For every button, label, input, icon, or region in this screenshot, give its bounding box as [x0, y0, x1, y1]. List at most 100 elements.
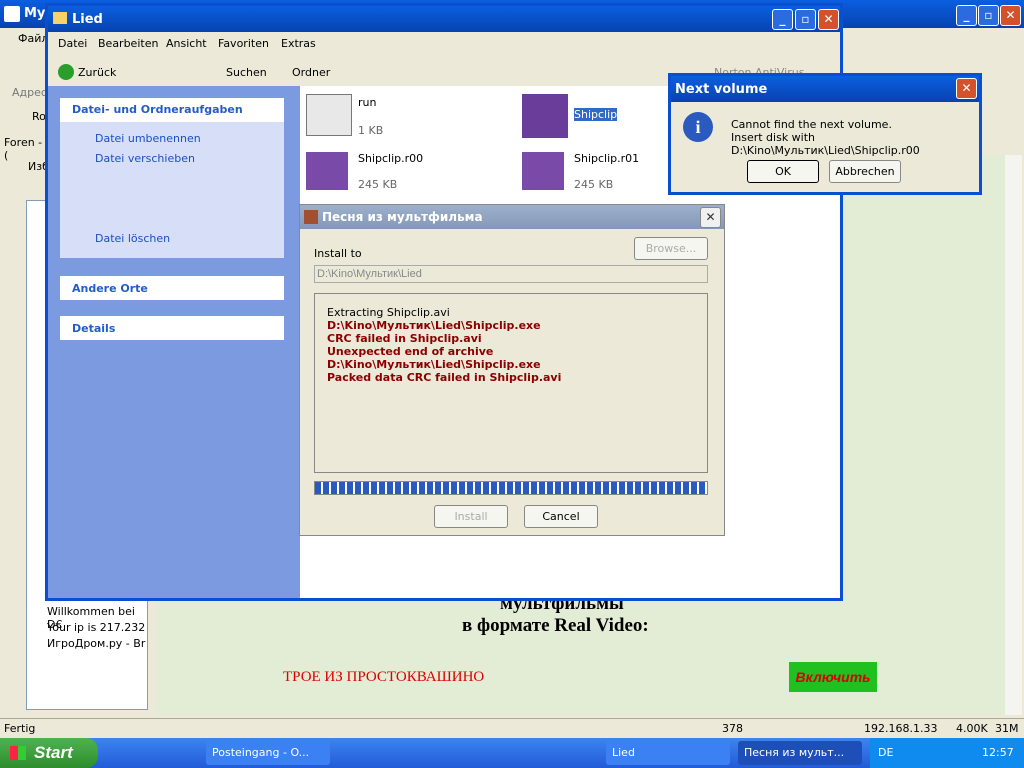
- taskbar: Start Posteingang - O... Lied Песня из м…: [0, 738, 1024, 768]
- install-button[interactable]: Install: [434, 505, 508, 528]
- install-to-label: Install to: [314, 247, 362, 260]
- webpage-scrollbar[interactable]: [1005, 155, 1022, 715]
- menu-extras[interactable]: Extras: [281, 37, 316, 50]
- menu-bearbeiten[interactable]: Bearbeiten: [98, 37, 158, 50]
- sfx-cancel-button[interactable]: Cancel: [524, 505, 598, 528]
- next-volume-ok-button[interactable]: OK: [747, 160, 819, 183]
- file-name-r00: Shipclip.r00: [358, 152, 424, 165]
- extraction-log[interactable]: Extracting Shipclip.avi D:\Kino\Мультик\…: [314, 293, 708, 473]
- explorer-title: Lied: [72, 12, 103, 27]
- start-label: Start: [34, 743, 73, 762]
- log-error-line: Unexpected end of archive: [327, 345, 494, 358]
- winrar-archive-icon: [306, 152, 348, 190]
- other-places-header[interactable]: Andere Orte: [60, 276, 284, 300]
- extraction-progress-bar: [314, 481, 708, 495]
- next-volume-cancel-button[interactable]: Abbrechen: [829, 160, 901, 183]
- links-label: Ro: [32, 110, 46, 123]
- webpage-heading-2: в формате Real Video:: [462, 615, 649, 636]
- next-volume-path: Insert disk with D:\Kino\Мультик\Lied\Sh…: [731, 131, 920, 157]
- browser-minimize-button[interactable]: _: [956, 5, 977, 26]
- other-places-title: Andere Orte: [72, 282, 148, 295]
- status-ip: 192.168.1.33: [864, 722, 938, 735]
- winrar-archive-icon: [522, 152, 564, 190]
- next-volume-close-button[interactable]: ✕: [956, 78, 977, 99]
- system-tray: DE 12:57: [870, 738, 1024, 768]
- windows-logo-icon: [10, 746, 26, 760]
- next-volume-titlebar: Next volume ✕: [671, 76, 979, 102]
- sfx-close-button[interactable]: ✕: [700, 207, 721, 228]
- batch-file-icon: [306, 94, 352, 136]
- menu-ansicht[interactable]: Ansicht: [166, 37, 207, 50]
- task-pane: Datei- und Ordneraufgaben Datei umbenenn…: [48, 86, 300, 598]
- explorer-maximize-button[interactable]: ▫: [795, 9, 816, 30]
- file-item-r00[interactable]: Shipclip.r00 245 KB: [306, 150, 516, 198]
- taskbar-item-sfx[interactable]: Песня из мульт...: [738, 741, 862, 765]
- file-item-shipclip[interactable]: Shipclip: [522, 94, 662, 142]
- sidebar-item-3[interactable]: ИгроДром.ру - Вr: [47, 637, 145, 650]
- tasks-header[interactable]: Datei- und Ordneraufgaben: [60, 98, 284, 122]
- file-size-run: 1 KB: [358, 124, 384, 137]
- taskbar-item-lied[interactable]: Lied: [606, 741, 730, 765]
- explorer-menubar: Datei Bearbeiten Ansicht Favoriten Extra…: [48, 32, 840, 54]
- task-delete[interactable]: Datei löschen: [95, 232, 170, 245]
- browser-menu-file[interactable]: Файл: [18, 32, 48, 45]
- next-volume-dialog: Next volume ✕ i Cannot find the next vol…: [668, 73, 982, 195]
- language-indicator[interactable]: DE: [878, 746, 893, 759]
- info-icon: i: [683, 112, 713, 142]
- taskbar-label: Lied: [612, 746, 635, 759]
- address-label: Адрес: [12, 86, 47, 99]
- browse-button[interactable]: Browse...: [634, 237, 708, 260]
- start-button[interactable]: Start: [0, 738, 98, 768]
- sfx-titlebar: Песня из мультфильма ✕: [300, 205, 724, 229]
- menu-datei[interactable]: Datei: [58, 37, 87, 50]
- explorer-titlebar: Lied _ ▫ ✕: [48, 6, 840, 32]
- details-header[interactable]: Details: [60, 316, 284, 340]
- sfx-title: Песня из мультфильма: [322, 210, 483, 224]
- webpage-item-1[interactable]: ТРОЕ ИЗ ПРОСТОКВАШИНО: [283, 669, 484, 686]
- log-line: Extracting Shipclip.avi: [327, 306, 450, 319]
- file-name-shipclip: Shipclip: [574, 108, 618, 121]
- tasks-panel: Datei- und Ordneraufgaben Datei umbenenn…: [60, 98, 284, 258]
- task-rename[interactable]: Datei umbenennen: [95, 132, 201, 145]
- taskbar-label: Posteingang - O...: [212, 746, 310, 759]
- file-name-r01: Shipclip.r01: [574, 152, 640, 165]
- sfx-dialog: Песня из мультфильма ✕ Install to Browse…: [299, 204, 725, 536]
- install-path-field[interactable]: [314, 265, 708, 283]
- file-item-r01[interactable]: Shipclip.r01 245 KB: [522, 150, 662, 198]
- status-count: 378: [722, 722, 743, 735]
- progress-fill: [315, 482, 707, 494]
- clock: 12:57: [982, 746, 1014, 759]
- explorer-close-button[interactable]: ✕: [818, 9, 839, 30]
- browser-left-toolbar: Файл Адрес Ro Foren - (: [0, 28, 48, 162]
- log-error-line: D:\Kino\Мультик\Lied\Shipclip.exe: [327, 319, 541, 332]
- status-speed: 4.00K: [956, 722, 988, 735]
- log-error-line: D:\Kino\Мультик\Lied\Shipclip.exe: [327, 358, 541, 371]
- file-size-r01: 245 KB: [574, 178, 614, 191]
- log-error-line: CRC failed in Shipclip.avi: [327, 332, 482, 345]
- taskbar-item-outlook[interactable]: Posteingang - O...: [206, 741, 330, 765]
- folders-button[interactable]: Ordner: [292, 66, 330, 79]
- next-volume-message: Cannot find the next volume.: [731, 118, 892, 131]
- task-move[interactable]: Datei verschieben: [95, 152, 195, 165]
- tasks-title: Datei- und Ordneraufgaben: [72, 103, 243, 116]
- webpage-play-button-1[interactable]: Включить: [789, 662, 877, 692]
- back-button[interactable]: Zurück: [78, 66, 116, 79]
- file-size-r00: 245 KB: [358, 178, 398, 191]
- sidebar-item-2[interactable]: Your ip is 217.232: [47, 621, 145, 634]
- file-item-run[interactable]: run 1 KB: [306, 94, 516, 142]
- back-arrow-icon[interactable]: [58, 64, 74, 80]
- browser-close-button[interactable]: ✕: [1000, 5, 1021, 26]
- search-button[interactable]: Suchen: [226, 66, 267, 79]
- explorer-minimize-button[interactable]: _: [772, 9, 793, 30]
- folder-icon: [53, 12, 67, 24]
- browser-statusbar: Fertig 378 192.168.1.33 4.00K 31M: [0, 718, 1024, 738]
- menu-favoriten[interactable]: Favoriten: [218, 37, 269, 50]
- status-text: Fertig: [4, 722, 36, 735]
- file-name-run: run: [358, 96, 377, 109]
- foren-tab[interactable]: Foren - (: [4, 136, 48, 162]
- next-volume-title: Next volume: [675, 82, 768, 97]
- status-memory: 31M: [995, 722, 1019, 735]
- sfx-app-icon: [304, 210, 318, 224]
- browser-maximize-button[interactable]: ▫: [978, 5, 999, 26]
- taskbar-label: Песня из мульт...: [744, 746, 845, 759]
